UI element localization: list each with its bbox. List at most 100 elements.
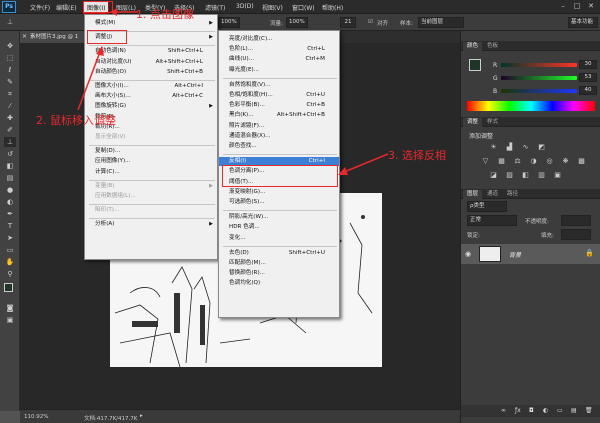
- channel-g-slider[interactable]: [501, 76, 577, 80]
- gradient-map-icon[interactable]: ▥: [537, 171, 546, 180]
- adjust-menu-item-11[interactable]: 颜色查找...: [219, 142, 339, 151]
- adjustment-layer-icon[interactable]: ◐: [543, 407, 548, 414]
- link-layers-icon[interactable]: ∞: [501, 407, 506, 414]
- menu-3d[interactable]: 3D(D): [236, 3, 254, 10]
- tab-channels[interactable]: 通道: [483, 190, 502, 199]
- adjust-menu-item-9[interactable]: 照片滤镜(F)...: [219, 122, 339, 131]
- close-icon[interactable]: ✕: [586, 2, 596, 11]
- crop-tool-icon[interactable]: ⌗: [4, 89, 16, 99]
- invert-icon[interactable]: ◪: [489, 171, 498, 180]
- channel-r-value[interactable]: 30: [579, 60, 597, 69]
- visibility-eye-icon[interactable]: ◉: [465, 250, 471, 258]
- adjust-menu-item-23[interactable]: 去色(D) Shift+Ctrl+U: [219, 249, 339, 258]
- color-lookup-icon[interactable]: ▩: [577, 157, 586, 166]
- new-layer-icon[interactable]: ▤: [571, 407, 577, 414]
- eyedropper-tool-icon[interactable]: ⁄: [4, 101, 16, 111]
- adjust-menu-item-21[interactable]: 变化...: [219, 234, 339, 243]
- stamp-tool-icon[interactable]: ⊥: [4, 17, 16, 27]
- history-brush-tool-icon[interactable]: ↺: [4, 149, 16, 159]
- adjust-menu-item-26[interactable]: 色调均化(Q): [219, 279, 339, 288]
- adjust-menu-item-3[interactable]: 曝光度(E)...: [219, 66, 339, 75]
- shape-tool-icon[interactable]: ▭: [4, 245, 16, 255]
- layer-style-icon[interactable]: ƒx: [515, 407, 521, 414]
- channel-b-value[interactable]: 40: [579, 86, 597, 95]
- tab-styles[interactable]: 样式: [483, 118, 502, 127]
- maximize-icon[interactable]: □: [572, 2, 582, 11]
- layer-kind-filter[interactable]: ρ类型: [467, 201, 507, 212]
- posterize-icon[interactable]: ▨: [505, 171, 514, 180]
- brush-tool-icon[interactable]: ✐: [4, 125, 16, 135]
- adjust-menu-item-10[interactable]: 通道混合器(X)...: [219, 132, 339, 141]
- screen-mode-icon[interactable]: ▣: [4, 315, 16, 325]
- channel-b-slider[interactable]: [501, 89, 577, 93]
- hue-sat-icon[interactable]: ▦: [497, 157, 506, 166]
- tab-swatches[interactable]: 色板: [483, 42, 502, 51]
- healing-tool-icon[interactable]: ✚: [4, 113, 16, 123]
- clone-stamp-tool-icon[interactable]: ⊥: [4, 137, 16, 147]
- adjust-menu-item-16[interactable]: 渐变映射(G)...: [219, 188, 339, 197]
- marquee-tool-icon[interactable]: ⬚: [4, 53, 16, 63]
- adjust-menu-item-1[interactable]: 色阶(L)... Ctrl+L: [219, 45, 339, 54]
- pen-tool-icon[interactable]: ✒: [4, 209, 16, 219]
- adjust-menu-item-17[interactable]: 可选颜色(S)...: [219, 198, 339, 207]
- adjust-menu-item-7[interactable]: 色彩平衡(B)... Ctrl+B: [219, 101, 339, 110]
- path-select-tool-icon[interactable]: ➤: [4, 233, 16, 243]
- image-menu-item-17[interactable]: 计算(C)...: [85, 168, 217, 177]
- move-tool-icon[interactable]: ✥: [4, 41, 16, 51]
- group-icon[interactable]: ▭: [557, 407, 563, 414]
- tab-color[interactable]: 颜色: [463, 42, 483, 51]
- menu-help[interactable]: 帮助(H): [322, 3, 343, 12]
- zoom-field[interactable]: 100%: [218, 17, 240, 28]
- document-tab[interactable]: 素材图片3.jpg @ 1: [20, 31, 92, 43]
- blend-mode-select[interactable]: 正常: [467, 215, 517, 226]
- adjust-menu-item-0[interactable]: 亮度/对比度(C)...: [219, 35, 339, 44]
- color-fg-swatch[interactable]: [469, 59, 481, 71]
- dodge-tool-icon[interactable]: ◐: [4, 197, 16, 207]
- adjust-menu-item-20[interactable]: HDR 色调...: [219, 223, 339, 232]
- vibrance-icon[interactable]: ▽: [481, 157, 490, 166]
- lasso-tool-icon[interactable]: ℓ: [4, 65, 16, 75]
- tab-close-icon[interactable]: ✕: [22, 33, 27, 40]
- blur-tool-icon[interactable]: ●: [4, 185, 16, 195]
- menu-edit[interactable]: 编辑(E): [56, 3, 76, 12]
- status-arrow-icon[interactable]: ▸: [140, 413, 143, 419]
- channel-mixer-icon[interactable]: ❋: [561, 157, 570, 166]
- menu-filter[interactable]: 滤镜(T): [205, 3, 225, 12]
- fill-field[interactable]: [561, 229, 591, 240]
- quick-mask-icon[interactable]: ◙: [4, 303, 16, 313]
- brightness-icon[interactable]: ☀: [489, 143, 498, 152]
- menu-window[interactable]: 窗口(W): [292, 3, 315, 12]
- layer-name[interactable]: 背景: [509, 250, 521, 259]
- zoom-tool-icon[interactable]: ⚲: [4, 269, 16, 279]
- exposure-icon[interactable]: ◩: [537, 143, 546, 152]
- opacity-field[interactable]: [561, 215, 591, 226]
- adjust-menu-item-5[interactable]: 自然饱和度(V)...: [219, 81, 339, 90]
- flow-field[interactable]: 100%: [286, 17, 308, 28]
- image-menu-item-16[interactable]: 应用图像(Y)...: [85, 157, 217, 166]
- black-white-icon[interactable]: ◑: [529, 157, 538, 166]
- tab-paths[interactable]: 路径: [503, 190, 522, 199]
- brush-size-field[interactable]: 21: [340, 17, 356, 28]
- adjust-menu-item-25[interactable]: 替换颜色(R)...: [219, 269, 339, 278]
- image-menu-item-24[interactable]: 分析(A) ▶: [85, 220, 217, 229]
- color-balance-icon[interactable]: ⚖: [513, 157, 522, 166]
- workspace-select[interactable]: 基本功能: [568, 17, 598, 28]
- channel-r-slider[interactable]: [501, 63, 577, 67]
- adjust-menu-item-2[interactable]: 曲线(U)... Ctrl+M: [219, 55, 339, 64]
- status-zoom[interactable]: 110.92%: [24, 414, 48, 420]
- photo-filter-icon[interactable]: ◎: [545, 157, 554, 166]
- minimize-icon[interactable]: –: [558, 2, 568, 11]
- align-checkbox[interactable]: ☑: [368, 19, 373, 25]
- delete-layer-icon[interactable]: 🗑: [585, 407, 593, 414]
- adjust-menu-item-19[interactable]: 阴影/高光(W)...: [219, 213, 339, 222]
- color-spectrum[interactable]: [467, 101, 595, 111]
- adjust-menu-item-6[interactable]: 色相/饱和度(H)... Ctrl+U: [219, 91, 339, 100]
- gradient-tool-icon[interactable]: ▤: [4, 173, 16, 183]
- adjust-menu-item-24[interactable]: 匹配颜色(M)...: [219, 259, 339, 268]
- quick-select-tool-icon[interactable]: ✎: [4, 77, 16, 87]
- menu-file[interactable]: 文件(F): [30, 3, 50, 12]
- adjust-menu-item-8[interactable]: 黑白(K)... Alt+Shift+Ctrl+B: [219, 111, 339, 120]
- tab-adjustments[interactable]: 调整: [463, 118, 483, 127]
- selective-color-icon[interactable]: ▣: [553, 171, 562, 180]
- threshold-icon[interactable]: ◧: [521, 171, 530, 180]
